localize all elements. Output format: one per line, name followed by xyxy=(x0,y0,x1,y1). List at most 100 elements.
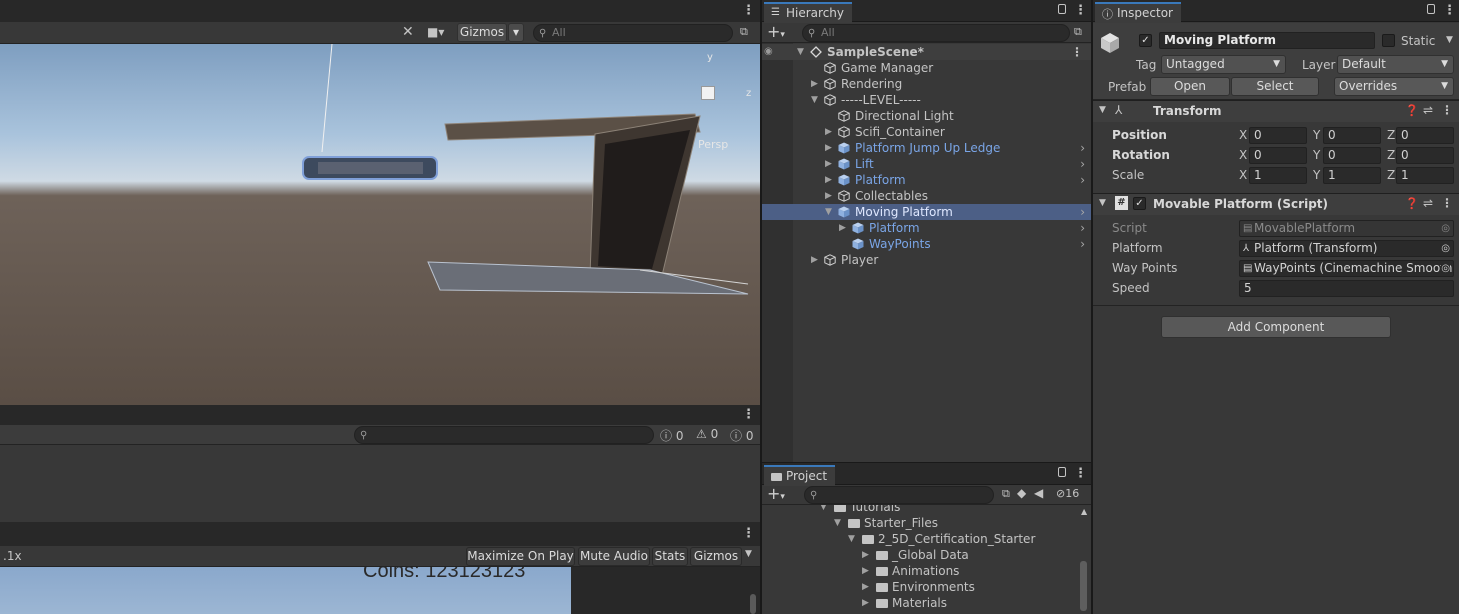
info-count[interactable]: ⓘ 0 xyxy=(660,427,683,444)
preset-icon[interactable]: ⇌ xyxy=(1423,103,1433,117)
project-kebab-icon[interactable]: ⋮ xyxy=(1074,466,1087,481)
position-x-field[interactable]: 0 xyxy=(1249,127,1307,144)
persp-label[interactable]: Persp xyxy=(698,138,728,151)
hierarchy-item[interactable]: Game Manager xyxy=(762,60,1091,76)
position-y-field[interactable]: 0 xyxy=(1323,127,1381,144)
pos-y-label[interactable]: Y xyxy=(1313,128,1320,142)
add-component-button[interactable]: Add Component xyxy=(1161,316,1391,338)
rot-x-label[interactable]: X xyxy=(1239,148,1247,162)
foldout-arrow-icon[interactable]: ▶ xyxy=(825,140,832,156)
filter-type-icon[interactable]: ◆ xyxy=(1017,486,1026,500)
pos-z-label[interactable]: Z xyxy=(1387,128,1395,142)
lock-icon[interactable] xyxy=(1427,4,1435,14)
scale-x-label[interactable]: X xyxy=(1239,168,1247,182)
game-gizmos-dropdown-icon[interactable]: ▼ xyxy=(745,549,752,559)
object-picker-icon[interactable]: ◎ xyxy=(1441,241,1450,256)
foldout-arrow-icon[interactable]: ▶ xyxy=(839,220,846,236)
project-folder-item[interactable]: ▼ Starter_Files xyxy=(762,515,1091,531)
component-kebab-icon[interactable]: ⋮ xyxy=(1441,196,1453,210)
project-search-input[interactable]: ⚲ xyxy=(804,486,994,504)
foldout-arrow-icon[interactable]: ▶ xyxy=(862,595,869,611)
foldout-arrow-icon[interactable]: ▶ xyxy=(825,172,832,188)
rotation-y-field[interactable]: 0 xyxy=(1323,147,1381,164)
scene-kebab-icon[interactable]: ⋮ xyxy=(1071,44,1083,60)
foldout-arrow-icon[interactable]: ▶ xyxy=(825,188,832,204)
scene-gizmos-button[interactable]: Gizmos xyxy=(457,23,507,42)
scale-x-field[interactable]: 1 xyxy=(1249,167,1307,184)
console-search-input[interactable]: ⚲ xyxy=(354,426,654,444)
foldout-arrow-icon[interactable]: ▶ xyxy=(811,252,818,268)
hierarchy-item[interactable]: ▶ Rendering xyxy=(762,76,1091,92)
game-scrollbar[interactable] xyxy=(750,594,756,614)
scene-viewport[interactable]: y z Persp xyxy=(0,44,760,405)
scene-gizmos-dropdown[interactable]: ▾ xyxy=(508,23,524,42)
open-prefab-chevron-icon[interactable]: › xyxy=(1080,204,1085,220)
error-count[interactable]: ⓘ 0 xyxy=(730,427,753,444)
hierarchy-search-input[interactable]: ⚲ All xyxy=(802,24,1070,42)
project-folder-item[interactable]: ▶ Materials xyxy=(762,595,1091,611)
maximize-on-play-button[interactable]: Maximize On Play xyxy=(466,547,575,566)
scene-kebab-icon[interactable]: ⋮ xyxy=(742,3,755,18)
foldout-arrow-icon[interactable]: ▶ xyxy=(811,76,818,92)
console-kebab-icon[interactable]: ⋮ xyxy=(742,407,755,422)
transform-header[interactable]: ▼ ⅄ Transform ❓ ⇌ ⋮ xyxy=(1093,100,1459,122)
movable-platform-header[interactable]: ▼ # ✓ Movable Platform (Script) ❓ ⇌ ⋮ xyxy=(1093,193,1459,215)
scale-y-label[interactable]: Y xyxy=(1313,168,1320,182)
rot-z-label[interactable]: Z xyxy=(1387,148,1395,162)
camera-icon[interactable]: ■▾ xyxy=(427,25,444,39)
hierarchy-scene-row[interactable]: ▼ SampleScene* ⋮ ◉ xyxy=(762,44,1091,60)
hierarchy-item[interactable]: Directional Light xyxy=(762,108,1091,124)
scroll-up-icon[interactable]: ▲ xyxy=(1081,507,1087,516)
foldout-arrow-icon[interactable]: ▶ xyxy=(862,579,869,595)
foldout-arrow-icon[interactable]: ▼ xyxy=(1099,105,1106,115)
project-scrollbar[interactable] xyxy=(1080,561,1087,611)
static-dropdown-icon[interactable]: ▼ xyxy=(1446,35,1453,45)
prefab-select-button[interactable]: Select xyxy=(1231,77,1319,96)
hierarchy-item[interactable]: ▶ Lift › xyxy=(762,156,1091,172)
hierarchy-item[interactable]: WayPoints › xyxy=(762,236,1091,252)
tab-inspector[interactable]: ⓘ Inspector xyxy=(1095,2,1181,23)
foldout-arrow-icon[interactable]: ▼ xyxy=(1099,198,1106,208)
project-folder-item[interactable]: ▶ Animations xyxy=(762,563,1091,579)
foldout-arrow-icon[interactable]: ▶ xyxy=(825,156,832,172)
open-prefab-chevron-icon[interactable]: › xyxy=(1080,236,1085,252)
tab-hierarchy[interactable]: ☰ Hierarchy xyxy=(764,2,853,23)
project-folder-item[interactable]: ▶ Environments xyxy=(762,579,1091,595)
position-z-field[interactable]: 0 xyxy=(1396,127,1454,144)
component-kebab-icon[interactable]: ⋮ xyxy=(1441,103,1453,117)
orientation-gizmo[interactable]: y z Persp xyxy=(682,52,752,151)
scale-z-field[interactable]: 1 xyxy=(1396,167,1454,184)
gizmo-axis-y[interactable]: y xyxy=(707,52,713,63)
warning-count[interactable]: ⚠ 0 xyxy=(696,427,718,441)
rot-y-label[interactable]: Y xyxy=(1313,148,1320,162)
hierarchy-item[interactable]: ▶ Platform › xyxy=(762,172,1091,188)
foldout-arrow-icon[interactable]: ▼ xyxy=(825,204,832,220)
foldout-arrow-icon[interactable]: ▼ xyxy=(820,505,827,515)
open-prefab-chevron-icon[interactable]: › xyxy=(1080,172,1085,188)
visibility-eye-icon[interactable]: ◉ xyxy=(764,44,773,60)
hierarchy-item[interactable]: ▶ Player xyxy=(762,252,1091,268)
foldout-arrow-icon[interactable]: ▼ xyxy=(797,44,804,60)
prefab-open-button[interactable]: Open xyxy=(1150,77,1230,96)
tag-dropdown[interactable]: Untagged ▼ xyxy=(1161,55,1286,74)
inspector-kebab-icon[interactable]: ⋮ xyxy=(1443,3,1456,18)
stats-button[interactable]: Stats xyxy=(652,547,688,566)
pos-x-label[interactable]: X xyxy=(1239,128,1247,142)
game-gizmos-button[interactable]: Gizmos xyxy=(690,547,742,566)
scene-maximize-icon[interactable]: ⧉ xyxy=(740,25,748,39)
tab-project[interactable]: Project xyxy=(764,465,836,486)
tools-icon[interactable]: ✕ xyxy=(402,24,414,40)
game-scale-label[interactable]: .1x xyxy=(3,549,22,563)
object-name-field[interactable]: Moving Platform xyxy=(1159,32,1375,49)
label-icon[interactable]: ◀ xyxy=(1034,486,1043,500)
open-prefab-chevron-icon[interactable]: › xyxy=(1080,156,1085,172)
scale-y-field[interactable]: 1 xyxy=(1323,167,1381,184)
add-icon[interactable]: +▾ xyxy=(767,484,785,503)
active-checkbox[interactable]: ✓ xyxy=(1139,34,1152,47)
project-folder-item[interactable]: ▶ _Global Data xyxy=(762,547,1091,563)
game-kebab-icon[interactable]: ⋮ xyxy=(742,526,755,541)
foldout-arrow-icon[interactable]: ▶ xyxy=(862,563,869,579)
scene-search-input[interactable]: ⚲ All xyxy=(533,24,733,42)
scale-z-label[interactable]: Z xyxy=(1387,168,1395,182)
hierarchy-item[interactable]: ▶ Collectables xyxy=(762,188,1091,204)
